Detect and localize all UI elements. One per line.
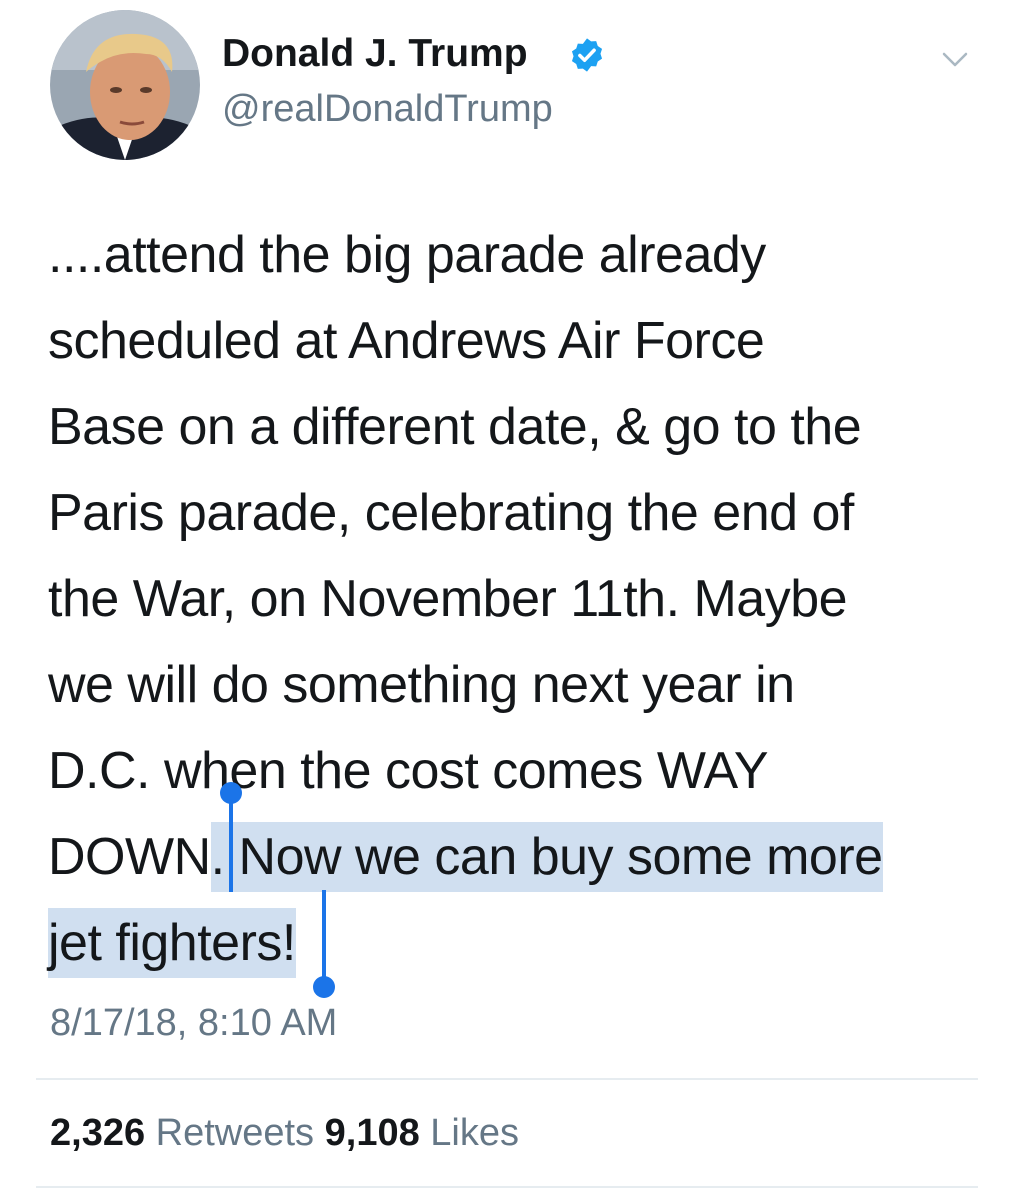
likes-stat[interactable]: 9,108 Likes: [325, 1112, 519, 1154]
tweet-text: ....attend the big parade already schedu…: [48, 212, 988, 986]
chevron-down-icon: [942, 52, 968, 67]
tweet-stats: 2,326 Retweets 9,108 Likes: [50, 1108, 519, 1158]
selected-text[interactable]: jet fighters!: [48, 914, 296, 972]
tweet-line: jet fighters!: [48, 900, 988, 986]
handle[interactable]: @realDonaldTrump: [222, 84, 553, 134]
tweet-line: Base on a different date, & go to the: [48, 398, 862, 456]
divider: [36, 1186, 978, 1188]
retweets-stat[interactable]: 2,326 Retweets: [50, 1112, 314, 1154]
profile-avatar-image: [50, 10, 200, 160]
avatar[interactable]: [50, 10, 200, 160]
retweets-count: 2,326: [50, 1112, 146, 1154]
tweet-line: we will do something next year in: [48, 656, 795, 714]
likes-count: 9,108: [324, 1112, 420, 1154]
divider: [36, 1078, 978, 1080]
tweet-line: the War, on November 11th. Maybe: [48, 570, 848, 628]
display-name[interactable]: Donald J. Trump: [222, 28, 528, 80]
retweets-label: Retweets: [155, 1112, 315, 1154]
tweet-timestamp[interactable]: 8/17/18, 8:10 AM: [50, 998, 337, 1048]
tweet-line: ....attend the big parade already: [48, 226, 766, 284]
unselected-text: DOWN: [48, 828, 211, 886]
likes-label: Likes: [430, 1112, 519, 1154]
selection-start-handle[interactable]: [229, 792, 233, 892]
verified-badge-icon: [571, 38, 603, 72]
tweet-line: scheduled at Andrews Air Force: [48, 312, 765, 370]
tweet-line: DOWN. Now we can buy some more: [48, 814, 988, 900]
selected-text[interactable]: . Now we can buy some more: [210, 828, 883, 886]
selection-end-handle[interactable]: [322, 890, 326, 986]
tweet-line: Paris parade, celebrating the end of: [48, 484, 854, 542]
selection-end-knob[interactable]: [313, 976, 335, 998]
tweet-line: D.C. when the cost comes WAY: [48, 742, 769, 800]
tweet-menu-button[interactable]: [928, 40, 982, 82]
